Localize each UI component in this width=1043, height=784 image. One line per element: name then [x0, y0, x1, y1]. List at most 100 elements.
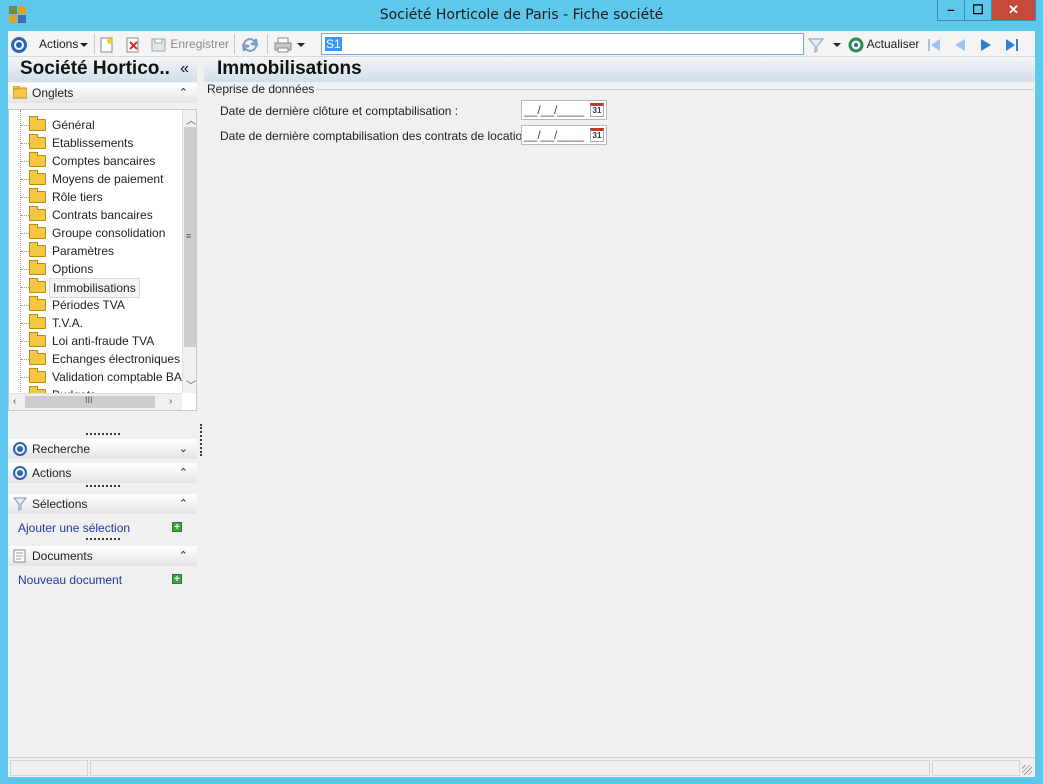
scroll-down-icon[interactable]: ﹀	[186, 377, 196, 392]
scroll-left-icon[interactable]: ‹	[13, 396, 16, 407]
tree-item-label: Paramètres	[52, 244, 115, 258]
documents-label: Documents	[32, 549, 93, 563]
last-closing-date-field[interactable]: __/__/____ 31	[521, 100, 607, 120]
folder-icon	[29, 188, 46, 203]
calendar-icon[interactable]: 31	[590, 103, 604, 117]
lease-accounting-date-field[interactable]: __/__/____ 31	[521, 125, 607, 145]
splitter-grip[interactable]	[200, 424, 202, 456]
chevron-down-icon	[80, 42, 89, 47]
chevron-up-icon: ⌃	[178, 467, 188, 479]
scroll-up-icon[interactable]: ︿	[186, 112, 196, 127]
status-cell	[10, 760, 88, 776]
selections-label: Sélections	[32, 497, 88, 511]
delete-button[interactable]	[125, 34, 141, 54]
recherche-icon	[13, 442, 27, 456]
next-record-button[interactable]	[978, 34, 994, 54]
resize-grip[interactable]	[1022, 765, 1032, 775]
tree-connector	[21, 269, 29, 270]
close-button[interactable]: ✕	[991, 0, 1036, 21]
panel-splitter-grip[interactable]	[86, 433, 120, 435]
last-closing-date-value: __/__/____	[524, 103, 585, 117]
scroll-thumb[interactable]: III	[25, 395, 155, 408]
tree-connector	[21, 179, 29, 180]
group-divider	[312, 89, 1034, 90]
sync-button[interactable]	[241, 34, 259, 54]
tree-connector	[21, 233, 29, 234]
chevron-up-icon: ⌃	[178, 498, 188, 510]
actions-round-icon[interactable]	[11, 34, 27, 54]
vertical-scrollbar[interactable]: ︿ ≡ ﹀	[182, 110, 196, 393]
print-icon	[274, 37, 292, 53]
next-icon	[981, 38, 991, 51]
horizontal-scrollbar[interactable]: ‹ III ›	[9, 393, 182, 410]
folder-icon	[29, 350, 46, 365]
title-bar: Société Horticole de Paris - Fiche socié…	[0, 0, 1043, 31]
selections-header[interactable]: Sélections ⌃	[8, 494, 197, 514]
search-selected-text: S1	[325, 37, 342, 51]
tree-connector	[21, 143, 29, 144]
minimize-button[interactable]: –	[937, 0, 965, 21]
print-button[interactable]	[274, 34, 306, 54]
tree-item-label: Loi anti-fraude TVA	[52, 334, 155, 348]
add-selection-link[interactable]: Ajouter une sélection	[18, 521, 130, 535]
save-icon	[151, 38, 166, 52]
folder-icon	[29, 116, 46, 131]
tree-item-label: Immobilisations	[49, 278, 140, 298]
actions-menu-button[interactable]: Actions	[39, 34, 89, 54]
scroll-thumb[interactable]: ≡	[184, 127, 196, 347]
tabs-tree: Général Etablissements Comptes bancaires Mo…	[8, 109, 197, 411]
toolbar: Actions Enregistrer S1 Actualiser	[8, 31, 1035, 57]
tree-item-label: T.V.A.	[52, 316, 83, 330]
new-document-link[interactable]: Nouveau document	[18, 573, 122, 587]
status-cell	[90, 760, 930, 776]
documents-header[interactable]: Documents ⌃	[8, 546, 197, 566]
maximize-button[interactable]: ☐	[964, 0, 992, 21]
last-record-button[interactable]	[1004, 34, 1020, 54]
chevron-up-icon: ⌃	[178, 550, 188, 562]
main-panel: Immobilisations Reprise de données Date …	[204, 57, 1035, 757]
document-icon	[13, 549, 26, 563]
tree-item-label: Moyens de paiement	[52, 172, 164, 186]
filter-button[interactable]	[807, 34, 842, 54]
tree-item-label: Rôle tiers	[52, 190, 103, 204]
tree-item-label: Général	[52, 118, 95, 132]
recherche-header[interactable]: Recherche ⌄	[8, 439, 197, 459]
tree-item-label: Etablissements	[52, 136, 134, 150]
add-selection-icon[interactable]: +	[172, 522, 182, 533]
delete-icon	[126, 37, 139, 53]
collapse-panel-icon[interactable]: «	[180, 57, 189, 81]
toolbar-divider	[234, 34, 235, 54]
tree-connector	[21, 305, 29, 306]
search-field[interactable]: S1	[321, 33, 804, 55]
maximize-icon: ☐	[972, 2, 984, 17]
panel-splitter-grip[interactable]	[86, 538, 120, 540]
tree-connector	[21, 197, 29, 198]
sync-icon	[241, 38, 259, 52]
minimize-icon: –	[947, 2, 955, 17]
status-bar	[8, 757, 1035, 777]
search-input[interactable]	[325, 36, 800, 50]
window-title: Société Horticole de Paris - Fiche socié…	[379, 7, 664, 23]
previous-icon	[955, 38, 965, 51]
scroll-right-icon[interactable]: ›	[169, 396, 172, 407]
folder-icon	[29, 170, 46, 185]
recherche-label: Recherche	[32, 442, 91, 456]
chevron-down-icon: ⌄	[178, 443, 188, 455]
lease-accounting-date-value: __/__/____	[524, 128, 585, 142]
new-button[interactable]	[99, 34, 115, 54]
tree-item-label: Groupe consolidation	[52, 226, 166, 240]
company-header: Société Hortico.. «	[8, 57, 197, 82]
actions-panel-label: Actions	[32, 466, 72, 480]
folder-icon	[29, 134, 46, 149]
refresh-button[interactable]: Actualiser	[848, 34, 919, 54]
previous-record-button[interactable]	[952, 34, 968, 54]
calendar-icon[interactable]: 31	[590, 128, 604, 142]
actions-panel-header[interactable]: Actions ⌃	[8, 463, 197, 483]
onglets-header[interactable]: Onglets ⌃	[8, 83, 197, 103]
new-document-icon[interactable]: +	[172, 574, 182, 585]
first-record-button[interactable]	[926, 34, 942, 54]
tree-connector	[21, 125, 29, 126]
panel-splitter-grip[interactable]	[86, 485, 120, 487]
page-title: Immobilisations	[204, 57, 1035, 82]
save-button[interactable]: Enregistrer	[151, 34, 229, 54]
